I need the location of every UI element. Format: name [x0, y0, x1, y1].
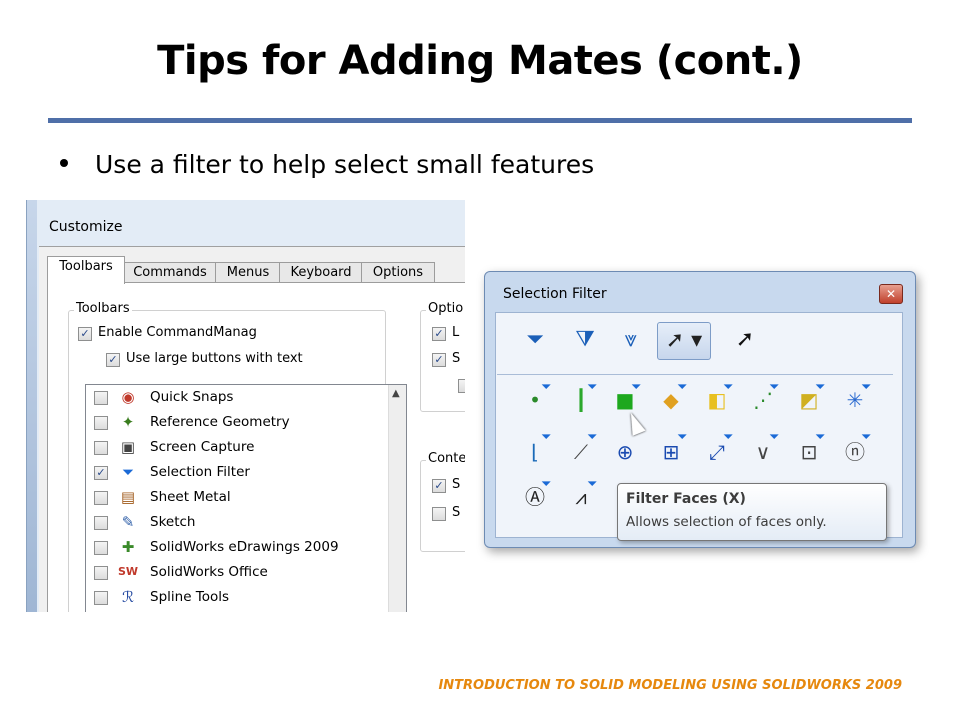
list-item-checkbox[interactable]: [94, 591, 108, 605]
funnel-icon: ⏷: [723, 430, 734, 445]
funnel-icon: ⏷: [587, 430, 598, 445]
tab-menus[interactable]: Menus: [215, 262, 281, 283]
enable-commandmanager-checkbox[interactable]: ✓: [78, 327, 92, 341]
list-item-checkbox[interactable]: [94, 441, 108, 455]
funnel-icon: ⏷: [723, 380, 734, 395]
list-item[interactable]: ▣ Screen Capture: [86, 435, 376, 460]
context-check-label-1: S: [452, 477, 461, 492]
list-item[interactable]: ✓ ⏷ Selection Filter: [86, 460, 376, 485]
select-pointer-icon[interactable]: ➚ ▾: [657, 322, 711, 360]
filter-divider: [497, 374, 893, 375]
filter-midpoints-icon[interactable]: ⊕: [605, 432, 645, 472]
list-item-checkbox[interactable]: ✓: [94, 466, 108, 480]
selection-filter-icon: ⏷: [121, 463, 134, 481]
list-item-checkbox[interactable]: [94, 391, 108, 405]
tooltip-description: Allows selection of faces only.: [626, 514, 827, 530]
enable-commandmanager-label: Enable CommandManag: [98, 325, 257, 340]
funnel-icon: ⏷: [815, 380, 826, 395]
list-item-checkbox[interactable]: [94, 541, 108, 555]
list-item-label: Quick Snaps: [150, 389, 234, 405]
list-item-label: Sheet Metal: [150, 489, 231, 505]
list-item-label: SolidWorks eDrawings 2009: [150, 539, 339, 555]
funnel-icon: ⏷: [587, 477, 598, 492]
funnel-icon: ⏷: [861, 380, 872, 395]
footer-text: INTRODUCTION TO SOLID MODELING USING SOL…: [438, 678, 902, 693]
funnel-icon: ⏷: [677, 430, 688, 445]
scroll-up-icon[interactable]: ▲: [392, 388, 400, 399]
tab-commands[interactable]: Commands: [123, 262, 217, 283]
funnel-icon: ⏷: [541, 430, 552, 445]
list-item[interactable]: ✚ SolidWorks eDrawings 2009: [86, 535, 376, 560]
tooltip-title: Filter Faces (X): [626, 491, 746, 507]
context-group-label: Conte: [426, 451, 465, 466]
list-item-label: Sketch: [150, 514, 196, 530]
spline-tools-icon: ℛ: [122, 588, 134, 606]
context-checkbox-2[interactable]: [432, 507, 446, 521]
tab-options[interactable]: Options: [361, 262, 435, 283]
close-icon[interactable]: ✕: [879, 284, 903, 304]
bullet-dot-icon: [60, 159, 68, 167]
large-buttons-label: Use large buttons with text: [126, 351, 303, 366]
funnel-icon: ⏷: [815, 430, 826, 445]
customize-title: Customize: [49, 219, 123, 235]
title-rule: [48, 118, 912, 123]
large-buttons-checkbox[interactable]: ✓: [106, 353, 120, 367]
funnel-icon: ⏷: [677, 380, 688, 395]
list-item-label: Screen Capture: [150, 439, 255, 455]
list-item[interactable]: ℛ Spline Tools: [86, 585, 376, 610]
funnel-icon: ⏷: [631, 380, 642, 395]
filter-faces-tooltip: Filter Faces (X) Allows selection of fac…: [617, 483, 887, 541]
options-checkbox-1[interactable]: ✓: [432, 327, 446, 341]
options-group-label: Optio: [426, 301, 465, 316]
context-check-label-2: S: [452, 505, 461, 520]
funnel-icon: ⏷: [587, 380, 598, 395]
funnel-icon: ⏷: [541, 477, 552, 492]
options-check-label-2: S: [452, 351, 461, 366]
solidworks-office-icon: SW: [118, 565, 139, 578]
list-item[interactable]: ✦ Reference Geometry: [86, 410, 376, 435]
options-check-label-1: L: [452, 325, 460, 340]
list-item-label: Reference Geometry: [150, 414, 290, 430]
customize-dialog: Customize Toolbars Commands Menus Keyboa…: [26, 200, 465, 612]
window-frame: [27, 200, 37, 612]
toolbar-list[interactable]: ◉ Quick Snaps ✦ Reference Geometry ▣ Scr…: [85, 384, 407, 612]
filter-all-icon[interactable]: ⩔: [613, 322, 649, 358]
list-item-checkbox[interactable]: [94, 566, 108, 580]
funnel-icon: ⏷: [861, 430, 872, 445]
tab-keyboard[interactable]: Keyboard: [279, 262, 363, 283]
list-item-checkbox[interactable]: [94, 491, 108, 505]
list-item-checkbox[interactable]: [94, 416, 108, 430]
context-checkbox-1[interactable]: ✓: [432, 479, 446, 493]
filter-stack-icon[interactable]: ⧩: [567, 322, 603, 358]
slide-title: Tips for Adding Mates (cont.): [157, 38, 803, 84]
reference-geometry-icon: ✦: [121, 413, 135, 431]
funnel-icon: ⏷: [541, 380, 552, 395]
list-item-label: Spline Tools: [150, 589, 230, 605]
sheet-metal-icon: ▤: [120, 488, 136, 506]
toolbars-group-label: Toolbars: [74, 301, 132, 316]
list-item[interactable]: ▤ Sheet Metal: [86, 485, 376, 510]
list-scrollbar[interactable]: ▲: [388, 385, 406, 612]
bullet-text: Use a filter to help select small featur…: [95, 150, 595, 179]
filter-toolbar-row: ⏷ ⧩ ⩔ ➚ ▾ ➚: [495, 322, 893, 368]
funnel-icon: ⏷: [769, 430, 780, 445]
list-item-checkbox[interactable]: [94, 516, 108, 530]
funnel-icon: ⏷: [769, 380, 780, 395]
selection-filter-title: Selection Filter: [503, 286, 607, 302]
screen-capture-icon: ▣: [120, 438, 136, 456]
list-item[interactable]: ✎ Sketch: [86, 510, 376, 535]
list-item-label: Selection Filter: [150, 464, 250, 480]
toggle-filter-icon[interactable]: ⏷: [517, 322, 553, 358]
tab-toolbars[interactable]: Toolbars: [47, 256, 125, 284]
options-subcheckbox[interactable]: [458, 379, 465, 393]
list-item[interactable]: ◉ Quick Snaps: [86, 385, 376, 410]
quick-snaps-icon: ◉: [121, 388, 135, 406]
sketch-icon: ✎: [121, 513, 135, 531]
list-item[interactable]: SW SolidWorks Office: [86, 560, 376, 585]
select-all-pointer-icon[interactable]: ➚: [727, 322, 763, 358]
options-checkbox-2[interactable]: ✓: [432, 353, 446, 367]
list-item-label: SolidWorks Office: [150, 564, 268, 580]
edrawings-icon: ✚: [121, 538, 135, 556]
